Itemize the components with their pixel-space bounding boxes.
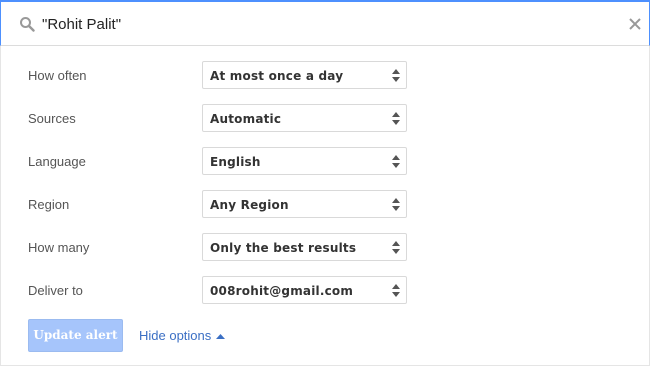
how-often-label: How often (28, 68, 87, 83)
region-label: Region (28, 197, 70, 212)
updown-arrows-icon (392, 241, 400, 254)
caret-up-icon[interactable] (216, 334, 225, 339)
language-label: Language (28, 154, 86, 169)
updown-arrows-icon (392, 155, 400, 168)
updown-arrows-icon (392, 69, 400, 82)
update-alert-button[interactable]: Update alert (28, 319, 123, 352)
deliver-to-value: 008rohit@gmail.com (210, 284, 354, 298)
updown-arrows-icon (392, 198, 400, 211)
alert-options-panel: How often At most once a day Sources Aut… (0, 46, 650, 366)
alert-search-bar[interactable]: "Rohit Palit" (0, 0, 650, 46)
search-query-input[interactable]: "Rohit Palit" (42, 16, 121, 33)
how-often-value: At most once a day (210, 69, 344, 83)
region-value: Any Region (210, 198, 289, 212)
sources-value: Automatic (210, 112, 282, 126)
language-value: English (210, 155, 261, 169)
updown-arrows-icon (392, 284, 400, 297)
sources-select[interactable]: Automatic (202, 104, 407, 132)
region-select[interactable]: Any Region (202, 190, 407, 218)
sources-label: Sources (28, 111, 76, 126)
hide-options-link[interactable]: Hide options (139, 328, 211, 343)
deliver-to-label: Deliver to (28, 283, 83, 298)
how-often-select[interactable]: At most once a day (202, 61, 407, 89)
how-many-select[interactable]: Only the best results (202, 233, 407, 261)
how-many-value: Only the best results (210, 241, 357, 255)
deliver-to-select[interactable]: 008rohit@gmail.com (202, 276, 407, 304)
how-many-label: How many (28, 240, 90, 255)
close-icon[interactable] (627, 16, 643, 32)
updown-arrows-icon (392, 112, 400, 125)
language-select[interactable]: English (202, 147, 407, 175)
search-icon (20, 17, 35, 32)
